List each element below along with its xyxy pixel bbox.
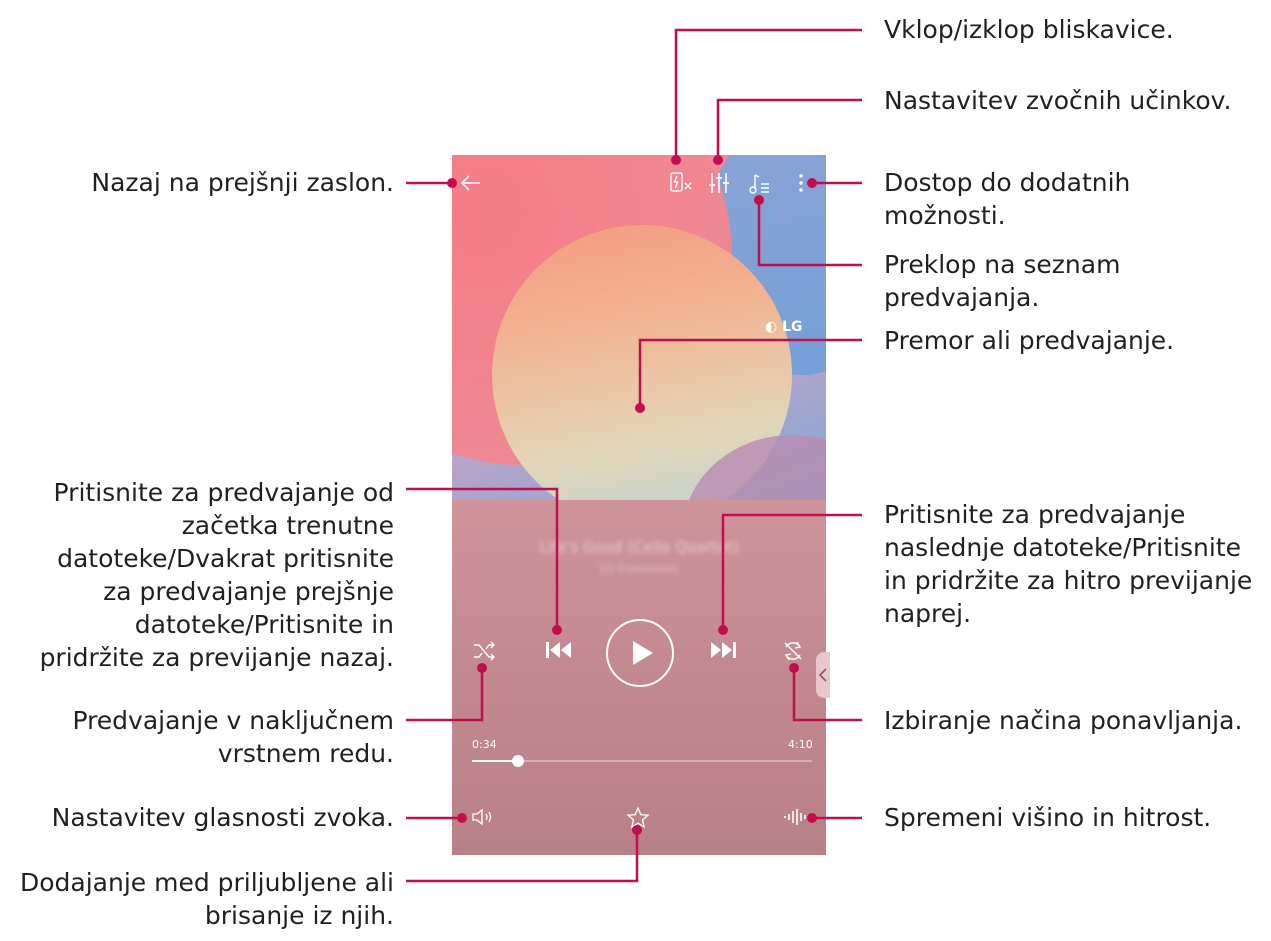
label-flash: Vklop/izklop bliskavice. — [884, 15, 1174, 44]
label-playlist-line1: Preklop na seznam — [884, 250, 1121, 279]
label-next-line4: naprej. — [884, 599, 972, 628]
dot-volume — [457, 813, 467, 823]
label-shuffle-line2: vrstnem redu. — [217, 739, 394, 768]
dot-previous — [552, 625, 562, 635]
label-favorite-line1: Dodajanje med priljubljene ali — [19, 868, 394, 897]
dot-repeat — [789, 663, 799, 673]
label-repeat: Izbiranje načina ponavljanja. — [884, 706, 1243, 735]
dot-sound-effects — [713, 155, 723, 165]
leader-playlist — [757, 200, 862, 267]
leader-next — [721, 513, 862, 630]
leader-previous — [406, 487, 559, 630]
dot-favorite — [632, 825, 642, 835]
label-previous-line5: datoteke/Pritisnite in — [134, 610, 394, 639]
label-back: Nazaj na prejšnji zaslon. — [91, 168, 394, 197]
label-favorite-line2: brisanje iz njih. — [204, 901, 394, 930]
label-favorite: Dodajanje med priljubljene ali brisanje … — [20, 866, 394, 932]
leader-play-pause — [638, 338, 862, 408]
leader-shuffle — [406, 668, 484, 722]
dot-more-options — [807, 178, 817, 188]
label-more-options-line2: možnosti. — [884, 201, 1006, 230]
dot-back — [447, 178, 457, 188]
label-previous-line6: pridržite za previjanje nazaj. — [39, 643, 394, 672]
dot-pitch-speed — [807, 813, 817, 823]
dot-flash — [671, 155, 681, 165]
label-more-options-line1: Dostop do dodatnih — [884, 168, 1131, 197]
label-next: Pritisnite za predvajanje naslednje dato… — [884, 498, 1252, 630]
leader-favorite — [406, 830, 639, 883]
label-previous: Pritisnite za predvajanje od začetka tre… — [40, 476, 394, 674]
label-sound-effects: Nastavitev zvočnih učinkov. — [884, 86, 1232, 115]
label-pitch-speed: Spremeni višino in hitrost. — [884, 803, 1212, 832]
leader-sound-effects — [716, 98, 862, 160]
label-play-pause: Premor ali predvajanje. — [884, 326, 1175, 355]
dot-next — [718, 625, 728, 635]
dot-play-pause — [635, 403, 645, 413]
label-more-options: Dostop do dodatnih možnosti. — [884, 166, 1130, 232]
label-next-line1: Pritisnite za predvajanje — [884, 500, 1186, 529]
dot-shuffle — [477, 663, 487, 673]
leader-repeat — [792, 668, 862, 722]
leader-flash — [674, 28, 862, 160]
callout-leader-lines — [406, 28, 862, 883]
label-shuffle: Predvajanje v naključnem vrstnem redu. — [72, 704, 394, 770]
label-next-line3: in pridržite za hitro previjanje — [884, 566, 1253, 595]
label-volume: Nastavitev glasnosti zvoka. — [51, 803, 394, 832]
label-shuffle-line1: Predvajanje v naključnem — [72, 706, 394, 735]
label-previous-line3: datoteke/Dvakrat pritisnite — [57, 544, 394, 573]
label-playlist-line2: predvajanja. — [884, 283, 1040, 312]
dot-playlist — [754, 195, 764, 205]
label-playlist: Preklop na seznam predvajanja. — [884, 248, 1120, 314]
label-next-line2: naslednje datoteke/Pritisnite — [884, 533, 1241, 562]
label-previous-line4: za predvajanje prejšnje — [103, 577, 394, 606]
label-previous-line1: Pritisnite za predvajanje od — [53, 478, 394, 507]
label-previous-line2: začetka trenutne — [181, 511, 394, 540]
